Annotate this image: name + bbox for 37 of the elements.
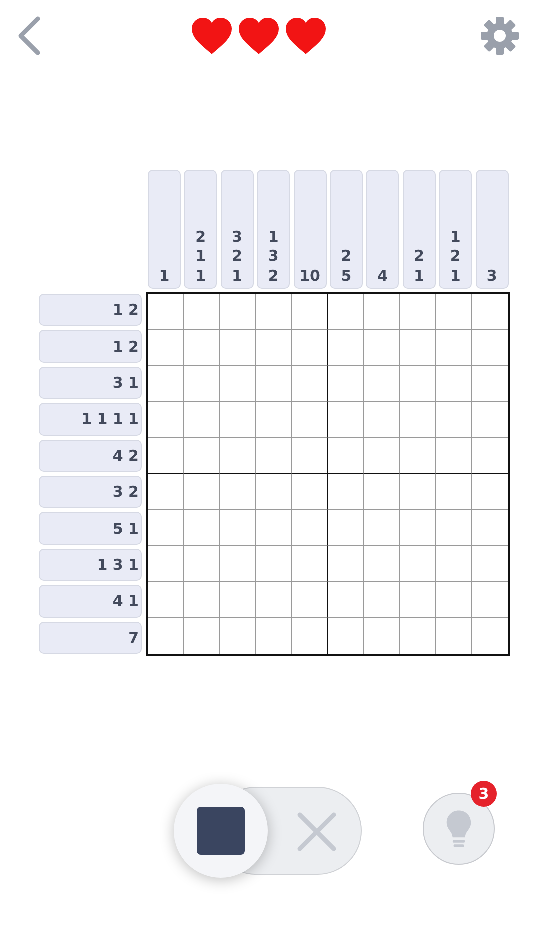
settings-icon[interactable] [480,16,520,56]
row-clue: 5 1 [39,512,142,545]
clue-number: 1 [268,228,279,247]
clue-number: 2 [341,247,352,266]
clue-number: 3 [268,247,279,266]
clue-number: 2 [450,247,461,266]
row-clue: 7 [39,622,142,654]
clue-number: 1 [159,266,170,286]
back-icon[interactable] [16,16,42,56]
clue-number: 2 [268,266,279,286]
row-clue: 4 2 [39,440,142,472]
row-clue: 4 1 [39,585,142,618]
square-icon [197,807,245,855]
row-clue: 3 1 [39,366,142,400]
clue-number: 1 [450,228,461,247]
clue-number: 5 [341,266,352,286]
clue-number: 1 [414,266,424,286]
clue-number: 2 [232,247,242,266]
clue-number: 2 [414,247,424,266]
clue-number: 3 [486,266,498,286]
clue-number: 1 [196,247,206,266]
clue-number: 3 [232,228,242,247]
clue-number: 1 [232,266,242,286]
row-clue: 1 1 1 1 [39,403,142,436]
clue-number: 10 [300,266,320,286]
row-clue: 1 3 1 [39,548,142,582]
row-clue: 1 2 [39,330,142,363]
clue-number: 4 [378,266,388,286]
clue-number: 2 [196,228,206,247]
hint-count-badge: 3 [471,781,497,807]
row-clue: 1 2 [39,294,142,326]
row-clue: 3 2 [39,476,142,508]
clue-number: 1 [450,266,461,286]
close-icon [297,812,337,852]
clue-number: 1 [196,266,206,286]
mode-toggle[interactable] [172,787,362,875]
lightbulb-icon [446,809,472,849]
